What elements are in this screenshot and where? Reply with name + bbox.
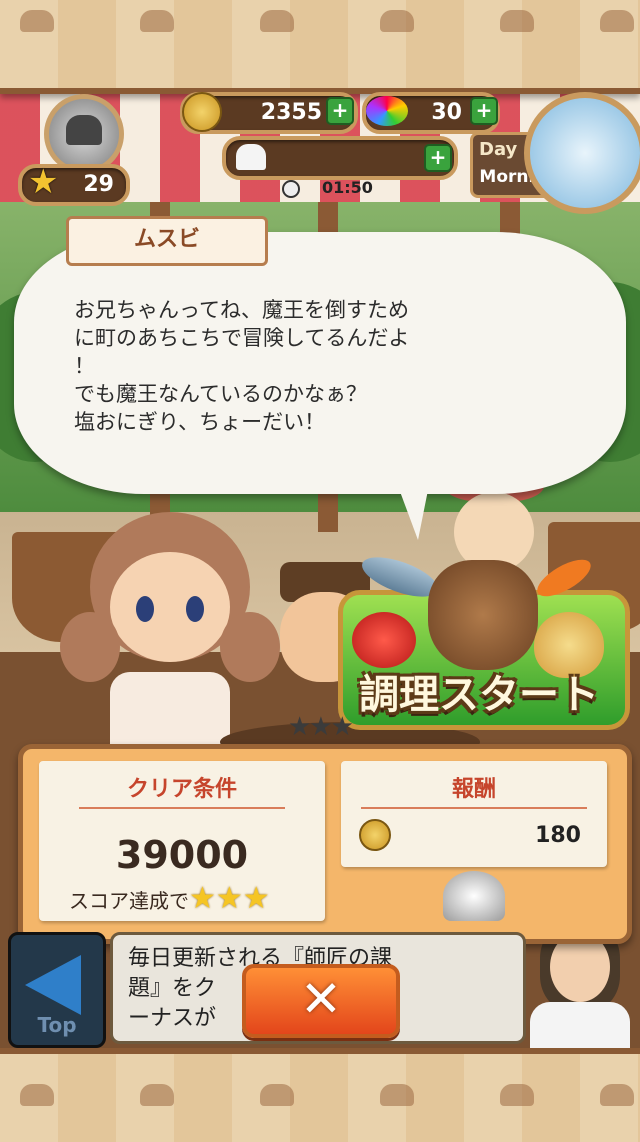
top-nav-button[interactable]: Top bbox=[8, 932, 106, 1048]
back-arrow-icon bbox=[25, 955, 81, 1015]
hud: ★ 29 2355 + 30 + + 01:50 Day 3 Morning bbox=[0, 0, 640, 230]
coin-count: 2355 bbox=[260, 100, 322, 125]
dialog-text: お兄ちゃんってね、魔王を倒すため に町のあちこちで冒険してるんだよ ！ でも魔王… bbox=[74, 298, 410, 434]
close-icon: ✕ bbox=[300, 970, 342, 1028]
condition-note: スコア達成で bbox=[69, 889, 189, 913]
clear-condition-title: クリア条件 bbox=[126, 777, 237, 802]
target-score: 39000 bbox=[115, 833, 249, 877]
reward-card: 報酬 180 bbox=[341, 761, 607, 867]
clock-icon bbox=[282, 180, 300, 198]
close-button[interactable]: ✕ bbox=[242, 964, 400, 1038]
cook-start-button[interactable]: 調理スタート bbox=[338, 549, 630, 730]
add-coins-button[interactable]: + bbox=[326, 97, 354, 125]
ingredient-pill bbox=[222, 136, 458, 180]
timer-text: 01:50 bbox=[322, 178, 373, 197]
star-icon: ★ bbox=[28, 162, 59, 202]
add-candies-button[interactable]: + bbox=[470, 97, 498, 125]
three-stars-icon: ★★★ bbox=[189, 881, 270, 916]
coin-icon bbox=[182, 92, 222, 132]
sky-clock-dial bbox=[524, 92, 640, 214]
add-ingredient-button[interactable]: + bbox=[424, 144, 452, 172]
rank-star-pill: ★ 29 bbox=[18, 162, 130, 206]
tomato-icon bbox=[352, 612, 416, 668]
speech-bubble-tail bbox=[392, 470, 432, 540]
cook-start-label: 調理スタート bbox=[359, 672, 599, 718]
pot-icon bbox=[428, 560, 538, 670]
speaker-name: ムスビ bbox=[66, 216, 268, 266]
reward-title: 報酬 bbox=[451, 777, 496, 802]
mission-info-panel: クリア条件 39000 スコア達成で★★★ 報酬 180 bbox=[18, 744, 632, 944]
bottom-banner bbox=[0, 1048, 640, 1142]
top-label: Top bbox=[37, 1013, 77, 1037]
serving-cloche-icon bbox=[443, 871, 505, 921]
rank-star-count: 29 bbox=[83, 172, 114, 197]
candy-count: 30 bbox=[431, 100, 462, 125]
candy-icon bbox=[366, 96, 408, 126]
recipe-stars: ★★★ bbox=[288, 712, 354, 742]
condition-note-row: スコア達成で★★★ bbox=[69, 881, 329, 916]
clear-condition-card: クリア条件 39000 スコア達成で★★★ bbox=[39, 761, 325, 921]
reward-coins: 180 bbox=[535, 823, 581, 848]
divider bbox=[79, 807, 285, 809]
day-label: Day bbox=[479, 139, 518, 160]
coin-icon bbox=[359, 819, 391, 851]
chef-hat-icon bbox=[66, 115, 102, 145]
chef-hat-icon bbox=[236, 144, 266, 170]
divider bbox=[361, 807, 587, 809]
